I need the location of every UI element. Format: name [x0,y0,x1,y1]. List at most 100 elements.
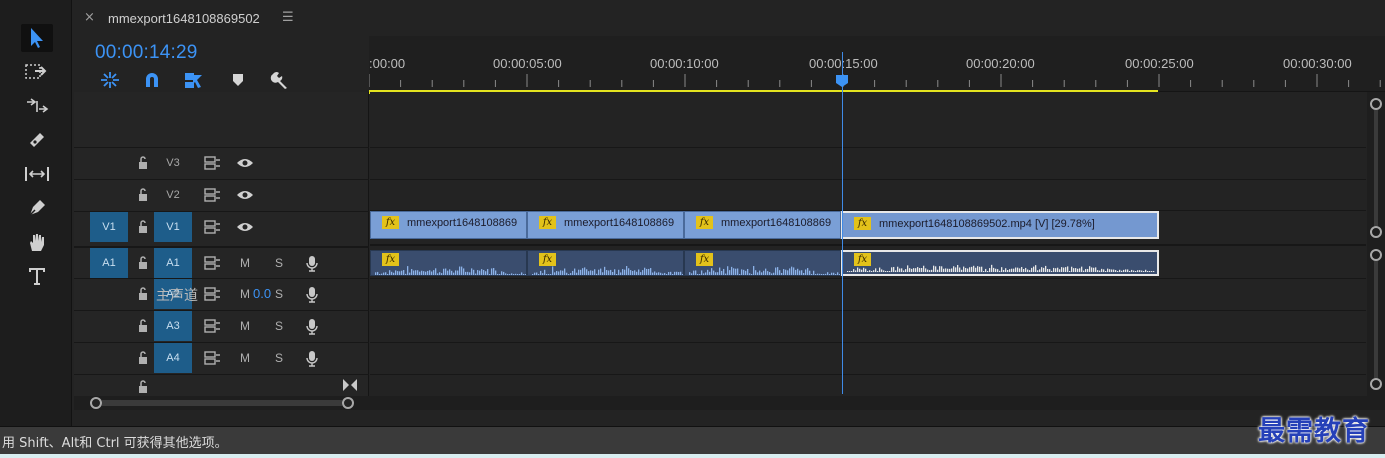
waveform-bar [861,269,863,272]
panel-menu-icon[interactable]: ☰ [282,10,294,25]
nest-sequence-toggle[interactable] [99,70,121,90]
waveform-bar [630,270,632,275]
sync-lock-icon[interactable] [203,220,221,234]
solo-button[interactable]: S [275,351,283,365]
video-clip-selected[interactable]: fx mmexport1648108869502.mp4 [V] [29.78%… [841,211,1159,239]
sequence-tab[interactable]: × mmexport1648108869502 ☰ [74,0,1385,36]
lock-icon[interactable] [136,351,150,365]
waveform-bar [851,271,853,272]
ripple-edit-tool[interactable] [21,92,53,120]
video-clip[interactable]: fx mmexport1648108869 [370,211,527,239]
audio-clip[interactable]: fx [527,250,684,276]
horizontal-zoom-scrollbar[interactable] [74,396,1385,410]
track-target-a1[interactable]: A1 [90,248,128,278]
lock-icon[interactable] [136,220,150,234]
solo-button[interactable]: S [275,287,283,301]
slip-icon [25,167,49,181]
lock-icon[interactable] [136,188,150,202]
linked-selection-toggle[interactable] [183,70,205,90]
mute-button[interactable]: M [240,351,250,365]
eye-icon[interactable] [236,220,254,234]
microphone-icon[interactable] [304,286,320,304]
track-target-v1[interactable]: V1 [90,212,128,242]
audio-clip[interactable]: fx [684,250,841,276]
track-source-a3[interactable]: A3 [154,311,192,341]
lock-icon[interactable] [136,319,150,333]
video-clip[interactable]: fx mmexport1648108869 [527,211,684,239]
microphone-icon[interactable] [304,255,320,273]
audio-clip[interactable]: fx [370,250,527,276]
microphone-icon[interactable] [304,318,320,336]
track-source-a4[interactable]: A4 [154,343,192,373]
track-source-v3[interactable]: V3 [154,148,192,178]
waveform-bar [1005,268,1007,272]
waveform-bar [499,274,501,275]
selection-tool[interactable] [21,24,53,52]
clip-name: mmexport1648108869 [721,217,832,229]
track-source-v1[interactable]: V1 [154,212,192,242]
track-select-forward-tool[interactable] [21,58,53,86]
waveform-bar [883,270,885,272]
hand-tool[interactable] [21,228,53,256]
waveform-bar [383,272,385,275]
waveform-bar [873,270,875,272]
time-ruler[interactable]: :00:00 00:00:05:00 00:00:10:00 00:00:15:… [369,36,1385,94]
eye-icon[interactable] [236,188,254,202]
waveform-bar [1015,267,1017,272]
video-clip[interactable]: fx mmexport1648108869 [684,211,841,239]
waveform-bar [701,270,703,275]
waveform-bar [1061,267,1063,272]
waveform-bar [624,269,626,275]
track-area[interactable]: fx mmexport1648108869 fx mmexport1648108… [370,92,1366,396]
solo-button[interactable]: S [275,319,283,333]
track-source-v2[interactable]: V2 [154,180,192,210]
pen-tool[interactable] [21,194,53,222]
waveform-bar [1063,267,1065,272]
waveform-bar [933,265,935,272]
sync-lock-icon[interactable] [203,188,221,202]
waveform-bar [921,267,923,272]
waveform-bar [743,269,745,275]
waveform-bar [566,272,568,275]
master-go-to-end-icon[interactable] [342,378,358,392]
lock-icon[interactable] [136,256,150,270]
playhead-handle-icon[interactable] [835,74,849,88]
waveform-bar [616,274,618,275]
mute-button[interactable]: M [240,287,250,301]
eye-icon[interactable] [236,156,254,170]
master-volume-value[interactable]: 0.0 [253,286,271,301]
waveform-bar [409,272,411,275]
razor-tool[interactable] [21,126,53,154]
waveform-bar [975,267,977,272]
sync-lock-icon[interactable] [203,287,221,301]
sync-lock-icon[interactable] [203,156,221,170]
lock-icon[interactable] [136,156,150,170]
lock-icon[interactable] [136,380,150,394]
close-tab-icon[interactable]: × [84,10,95,25]
waveform-bar [393,272,395,275]
sequence-title[interactable]: mmexport1648108869502 [108,11,260,26]
snap-toggle[interactable] [141,70,163,90]
audio-clip-selected[interactable]: fx [841,250,1159,276]
sync-lock-icon[interactable] [203,256,221,270]
type-tool[interactable] [21,262,53,290]
track-source-a1[interactable]: A1 [154,248,192,278]
microphone-icon[interactable] [304,350,320,368]
sync-lock-icon[interactable] [203,351,221,365]
waveform-bar [951,268,953,272]
lock-icon[interactable] [136,287,150,301]
mute-button[interactable]: M [240,319,250,333]
slip-tool[interactable] [21,160,53,188]
sync-lock-icon[interactable] [203,319,221,333]
track-header-v1: V1 V1 [74,211,369,242]
waveform-bar [727,266,729,275]
vertical-scrollbar[interactable] [1367,92,1385,396]
waveform-bar [568,274,570,275]
solo-button[interactable]: S [275,256,283,270]
add-marker-button[interactable] [227,70,249,90]
waveform-bar [711,268,713,275]
timeline-settings-button[interactable] [269,70,291,90]
pen-icon [29,200,45,216]
mute-button[interactable]: M [240,256,250,270]
playhead-timecode[interactable]: 00:00:14:29 [95,42,198,64]
